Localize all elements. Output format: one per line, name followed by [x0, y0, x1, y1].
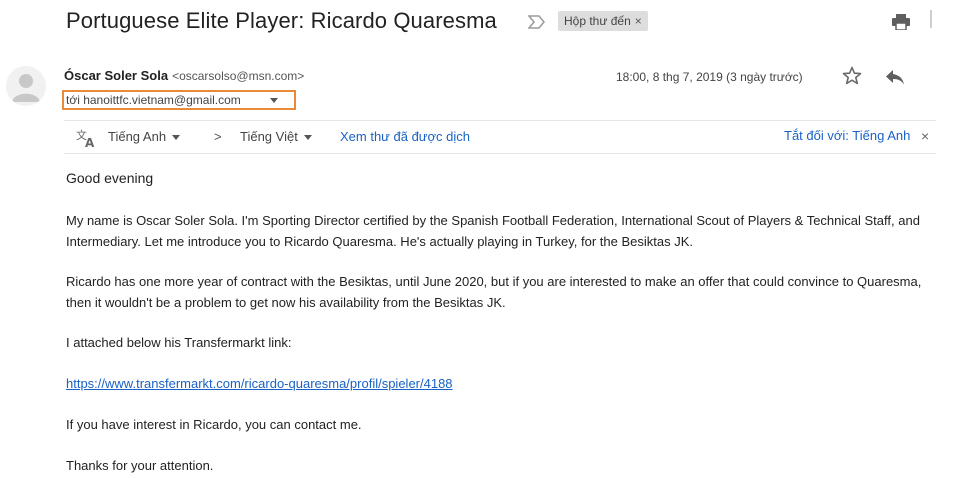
important-marker-icon[interactable] [528, 15, 546, 29]
email-date: 18:00, 8 thg 7, 2019 (3 ngày trước) [616, 70, 803, 84]
target-language-select[interactable]: Tiếng Việt [240, 129, 312, 144]
inbox-label-text: Hộp thư đến [564, 14, 631, 28]
transfermarkt-link[interactable]: https://www.transfermarkt.com/ricardo-qu… [66, 373, 453, 394]
recipient-dropdown[interactable]: tới hanoittfc.vietnam@gmail.com [62, 90, 296, 110]
label-remove-button[interactable]: × [635, 14, 642, 28]
caret-down-icon [270, 98, 278, 103]
close-translation-button[interactable]: × [921, 128, 929, 144]
target-language-label: Tiếng Việt [240, 129, 298, 144]
svg-text:A: A [85, 136, 95, 148]
star-icon[interactable] [842, 66, 862, 86]
caret-down-icon [172, 135, 181, 141]
sender-name[interactable]: Óscar Soler Sola [64, 68, 168, 83]
divider [64, 120, 936, 121]
reply-icon[interactable] [884, 68, 906, 86]
subject-row: Portuguese Elite Player: Ricardo Quaresm… [66, 8, 976, 38]
source-language-label: Tiếng Anh [108, 129, 167, 144]
chevron-right-icon: > [214, 129, 222, 144]
window-edge [930, 10, 932, 28]
translation-bar: 文 A Tiếng Anh > Tiếng Việt Xem thư đã đư… [64, 120, 936, 154]
body-paragraph: I attached below his Transfermarkt link: [66, 335, 292, 350]
recipient-text: tới hanoittfc.vietnam@gmail.com [66, 93, 241, 107]
body-paragraph: Ricardo has one more year of contract wi… [66, 274, 922, 310]
inbox-label-chip[interactable]: Hộp thư đến × [558, 11, 648, 31]
turn-off-translation-link[interactable]: Tắt đối với: Tiếng Anh [784, 128, 910, 143]
sender-email: <oscarsolso@msn.com> [172, 69, 305, 83]
source-language-select[interactable]: Tiếng Anh [108, 129, 181, 144]
body-paragraph: My name is Oscar Soler Sola. I'm Sportin… [66, 213, 920, 249]
body-greeting: Good evening [66, 170, 154, 186]
email-subject: Portuguese Elite Player: Ricardo Quaresm… [66, 8, 497, 33]
print-icon[interactable] [892, 14, 910, 30]
body-paragraph: If you have interest in Ricardo, you can… [66, 417, 362, 432]
view-translated-link[interactable]: Xem thư đã được dịch [340, 129, 470, 144]
body-paragraph: Thanks for your attention. [66, 458, 214, 473]
divider [64, 153, 936, 154]
avatar-icon [6, 66, 46, 106]
sender-line: Óscar Soler Sola <oscarsolso@msn.com> [64, 68, 304, 83]
translate-icon: 文 A [76, 128, 95, 148]
caret-down-icon [303, 135, 312, 141]
